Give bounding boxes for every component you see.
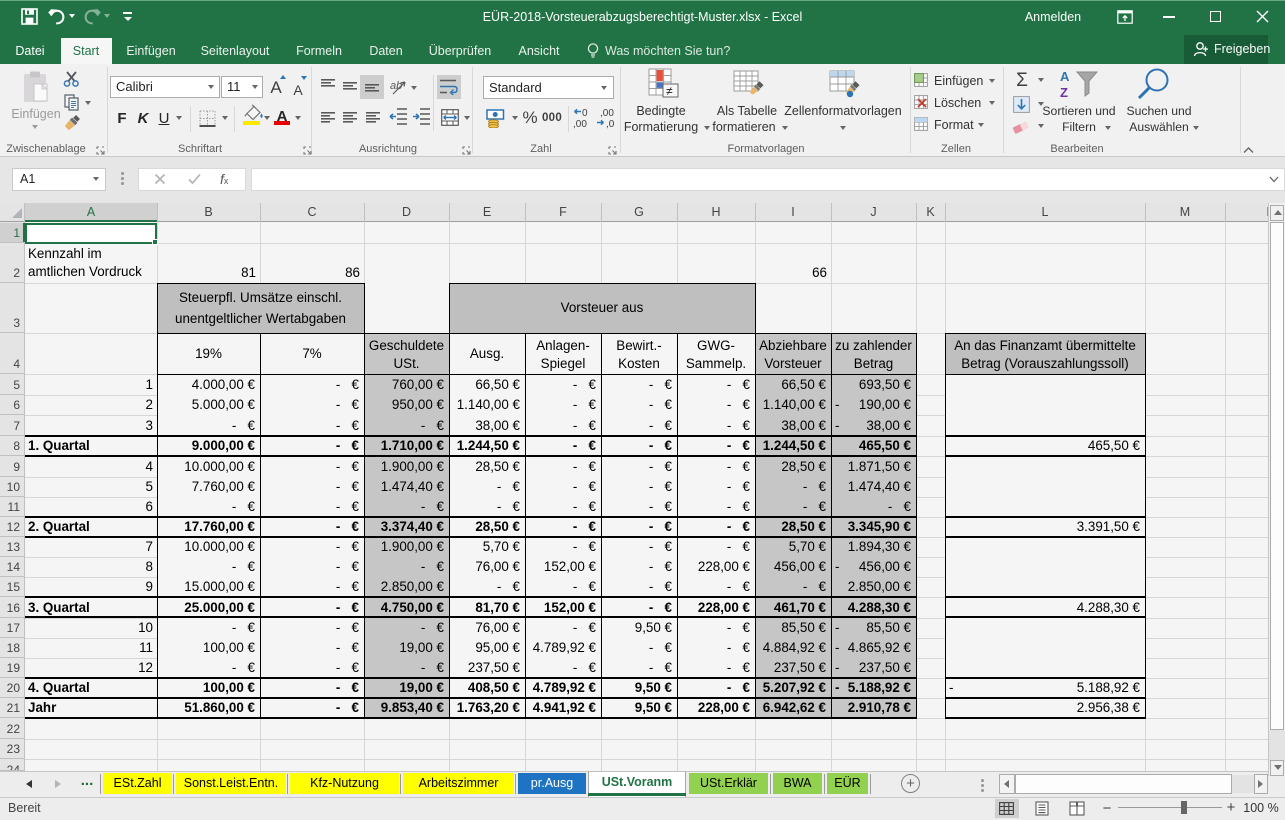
svg-text:≠: ≠ (666, 84, 673, 98)
svg-text:,00: ,00 (573, 119, 587, 129)
svg-text:Z: Z (1060, 85, 1068, 100)
svg-text:0: 0 (582, 108, 588, 119)
svg-text:A: A (1060, 69, 1070, 84)
